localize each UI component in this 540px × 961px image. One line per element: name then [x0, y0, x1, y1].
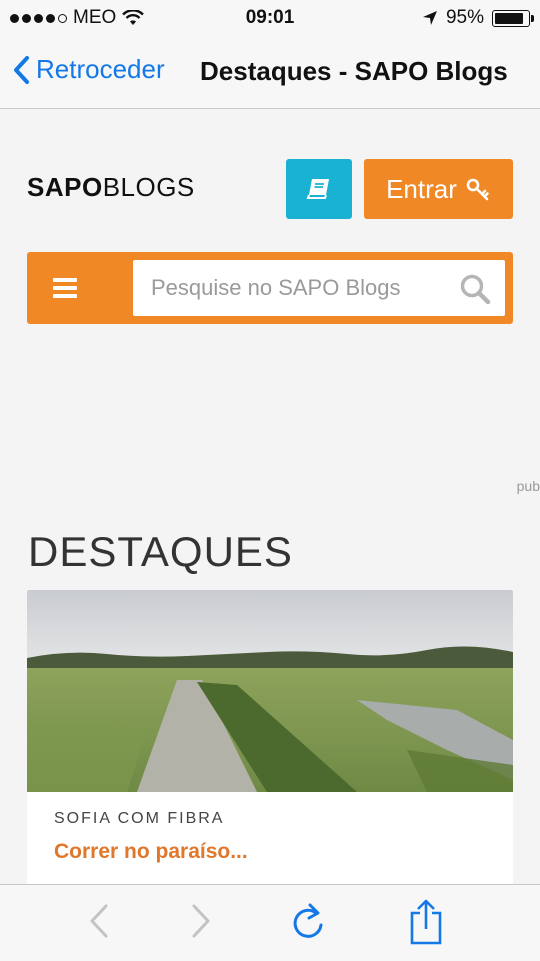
- back-arrow-icon[interactable]: [86, 903, 112, 939]
- search-input[interactable]: [133, 260, 451, 316]
- post-title[interactable]: Correr no paraíso...: [54, 840, 248, 864]
- hamburger-menu-icon[interactable]: [53, 278, 77, 298]
- status-right: 95%: [422, 7, 534, 29]
- create-blog-button[interactable]: [286, 159, 352, 219]
- ad-label: pub: [516, 478, 540, 494]
- post-image[interactable]: [27, 590, 513, 792]
- search-field[interactable]: [133, 260, 505, 316]
- browser-toolbar: [0, 884, 540, 961]
- featured-post-card[interactable]: SOFIA COM FIBRA Correr no paraíso...: [27, 590, 513, 890]
- page-title: Destaques - SAPO Blogs: [200, 56, 508, 86]
- battery-fill: [495, 12, 523, 24]
- logo-light-text: BLOGS: [102, 172, 195, 202]
- back-label: Retroceder: [36, 54, 165, 84]
- reload-icon[interactable]: [290, 903, 326, 943]
- location-arrow-icon: [422, 11, 437, 25]
- chevron-left-icon: [14, 55, 29, 84]
- login-button[interactable]: Entrar: [364, 159, 513, 219]
- login-label: Entrar: [386, 173, 457, 204]
- search-bar: [27, 252, 513, 324]
- back-button[interactable]: Retroceder: [12, 54, 165, 85]
- key-icon: [466, 178, 489, 201]
- share-icon[interactable]: [408, 899, 444, 945]
- sapo-blogs-logo[interactable]: SAPOBLOGS: [27, 172, 195, 203]
- post-blog-name[interactable]: SOFIA COM FIBRA: [54, 810, 224, 828]
- section-title: DESTAQUES: [28, 528, 293, 576]
- navigation-bar: Retroceder Destaques - SAPO Blogs: [0, 36, 540, 109]
- battery-percent: 95%: [445, 7, 484, 28]
- search-icon[interactable]: [459, 273, 491, 305]
- status-bar: MEO 09:01 95%: [0, 0, 540, 36]
- forward-arrow-icon[interactable]: [188, 903, 214, 939]
- battery-icon: [492, 9, 534, 27]
- logo-bold-text: SAPO: [27, 172, 103, 202]
- book-icon: [306, 179, 329, 199]
